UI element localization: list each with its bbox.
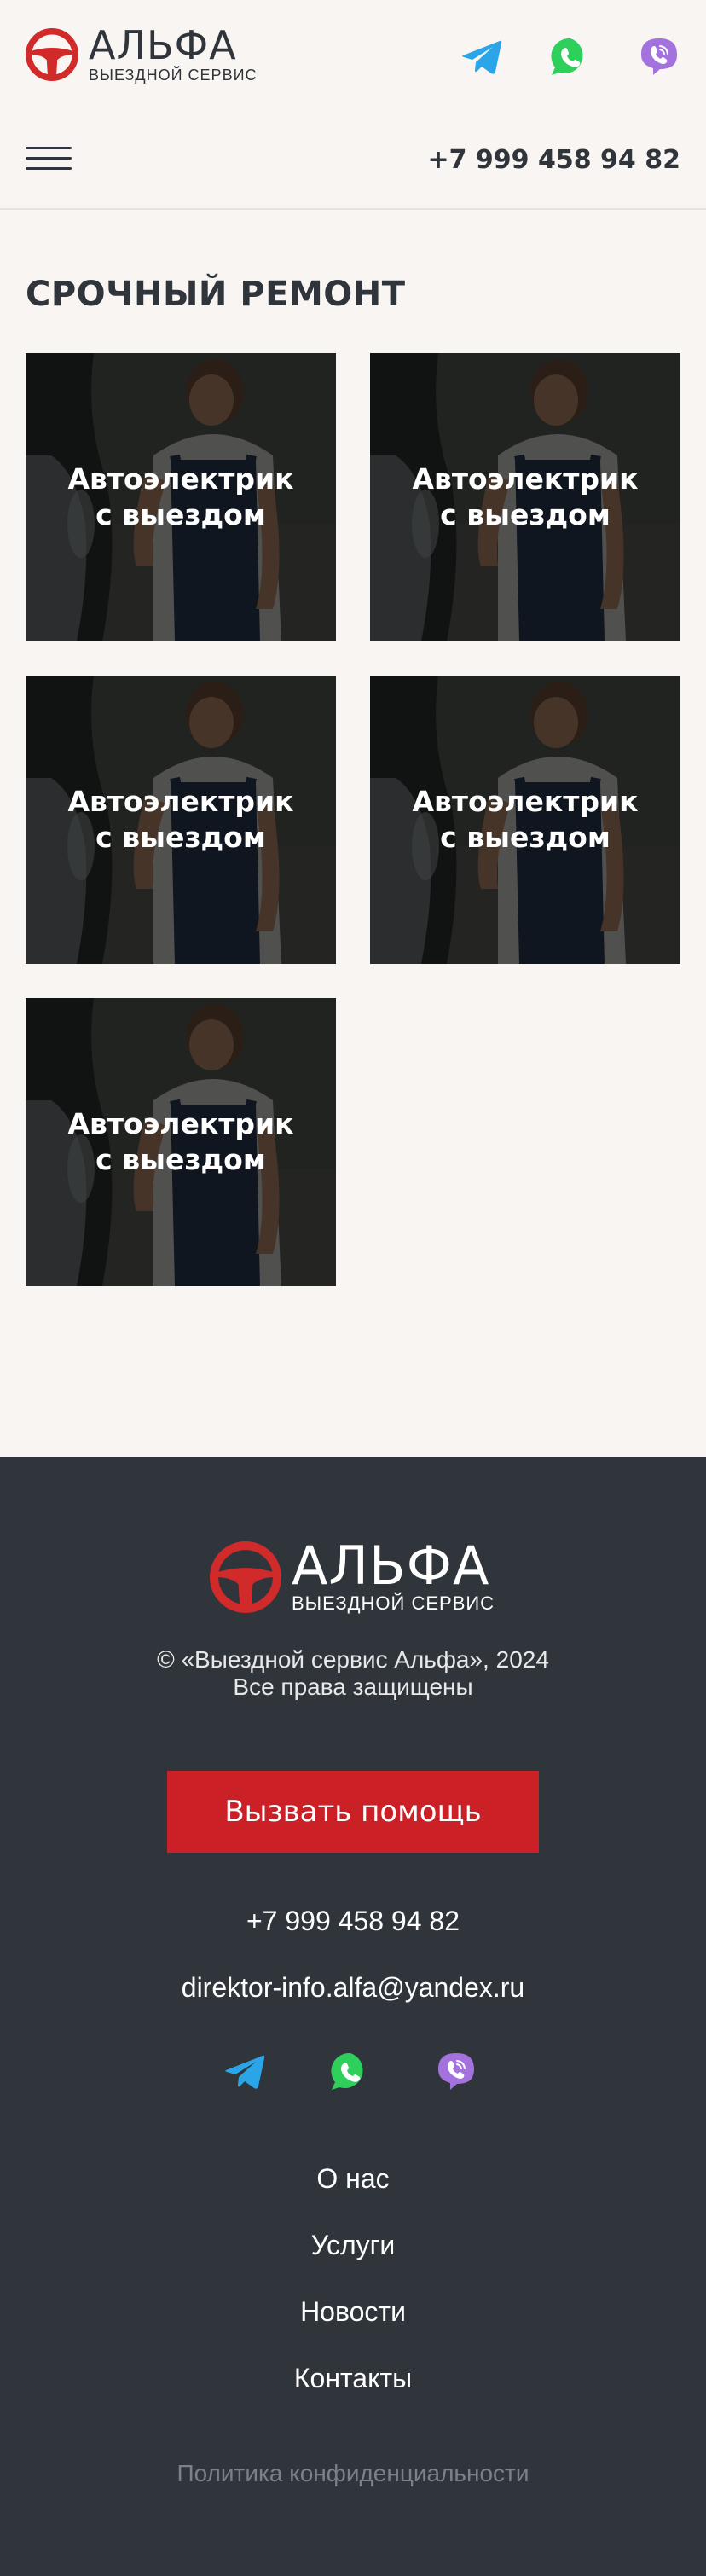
footer-nav-news[interactable]: Новости: [0, 2295, 706, 2329]
service-card[interactable]: Автоэлектрик с выездом: [26, 998, 336, 1286]
service-card-label: Автоэлектрик с выездом: [67, 1107, 294, 1176]
steering-wheel-icon: [210, 1541, 281, 1613]
whatsapp-icon[interactable]: [329, 2051, 372, 2093]
footer-nav-services[interactable]: Услуги: [0, 2228, 706, 2262]
brand-name: АЛЬФА: [89, 22, 237, 68]
brand-tagline: ВЫЕЗДНОЙ СЕРВИС: [89, 67, 258, 84]
footer-brand-text: АЛЬФА ВЫЕЗДНОЙ СЕРВИС: [292, 1540, 495, 1614]
footer-email-link[interactable]: direktor-info.alfa@yandex.ru: [0, 1970, 706, 2005]
header-phone-link[interactable]: +7 999 458 94 82: [427, 145, 680, 175]
copyright: © «Выездной сервис Альфа», 2024 Все прав…: [0, 1646, 706, 1701]
footer-nav-about[interactable]: О нас: [0, 2161, 706, 2196]
service-card[interactable]: Автоэлектрик с выездом: [370, 676, 680, 964]
service-card-label: Автоэлектрик с выездом: [67, 785, 294, 854]
whatsapp-icon[interactable]: [549, 36, 592, 78]
copyright-line: © «Выездной сервис Альфа», 2024: [157, 1646, 549, 1673]
service-card-label: Автоэлектрик с выездом: [67, 462, 294, 531]
telegram-icon[interactable]: [223, 2051, 266, 2093]
service-card-label: Автоэлектрик с выездом: [412, 785, 639, 854]
rights-line: Все права защищены: [233, 1674, 473, 1700]
footer-brand-tagline: ВЫЕЗДНОЙ СЕРВИС: [292, 1593, 495, 1614]
brand-text: АЛЬФА ВЫЕЗДНОЙ СЕРВИС: [89, 26, 258, 84]
privacy-policy-link[interactable]: Политика конфиденциальности: [0, 2460, 706, 2487]
footer-brand-logo[interactable]: АЛЬФА ВЫЕЗДНОЙ СЕРВИС: [210, 1540, 495, 1614]
telegram-icon[interactable]: [460, 36, 503, 78]
steering-wheel-icon: [26, 28, 78, 81]
viber-icon[interactable]: [435, 2051, 477, 2093]
footer-brand-name: АЛЬФА: [292, 1535, 490, 1597]
footer-social-links: [200, 2051, 477, 2093]
footer-nav-contacts[interactable]: Контакты: [0, 2361, 706, 2395]
section-title: СРОЧНЫЙ РЕМОНТ: [26, 275, 406, 314]
service-card[interactable]: Автоэлектрик с выездом: [370, 353, 680, 641]
footer-phone-link[interactable]: +7 999 458 94 82: [0, 1904, 706, 1938]
service-card[interactable]: Автоэлектрик с выездом: [26, 353, 336, 641]
site-footer: АЛЬФА ВЫЕЗДНОЙ СЕРВИС © «Выездной сервис…: [0, 1457, 706, 2576]
service-card[interactable]: Автоэлектрик с выездом: [26, 676, 336, 964]
viber-icon[interactable]: [638, 36, 680, 78]
header-social-links: [414, 36, 680, 78]
hamburger-menu-icon[interactable]: [26, 147, 72, 174]
brand-logo[interactable]: АЛЬФА ВЫЕЗДНОЙ СЕРВИС: [26, 26, 258, 84]
site-header: АЛЬФА ВЫЕЗДНОЙ СЕРВИС +7 999 458 94 82: [0, 0, 706, 210]
call-help-button[interactable]: Вызвать помощь: [167, 1771, 539, 1853]
service-card-label: Автоэлектрик с выездом: [412, 462, 639, 531]
